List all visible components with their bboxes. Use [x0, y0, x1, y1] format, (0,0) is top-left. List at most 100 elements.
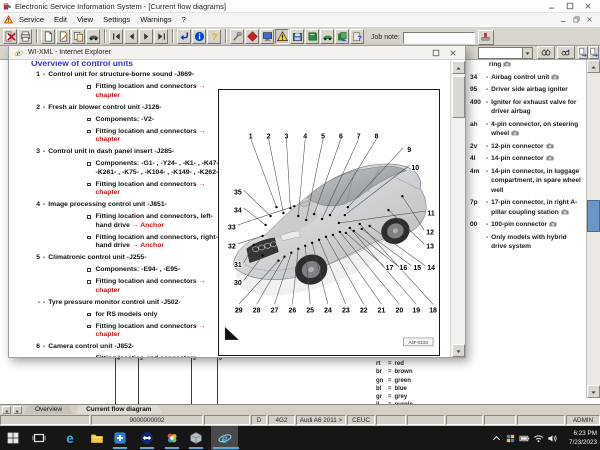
- callout-number[interactable]: 8: [375, 133, 379, 140]
- edit-document-button[interactable]: [56, 29, 70, 44]
- callout-number[interactable]: 6: [339, 133, 343, 140]
- taskbar-file-explorer-button[interactable]: [89, 430, 105, 446]
- callout-number[interactable]: 11: [427, 211, 434, 218]
- scroll-up-button[interactable]: [587, 60, 600, 73]
- tab-scroll-left-button[interactable]: [2, 406, 11, 414]
- search-dropdown[interactable]: [478, 47, 533, 59]
- callout-number[interactable]: 24: [324, 308, 332, 315]
- popup-scrollbar[interactable]: [450, 61, 465, 357]
- camera-icon[interactable]: [509, 130, 519, 137]
- warning-button[interactable]: [275, 29, 289, 44]
- callout-number[interactable]: 29: [235, 308, 243, 315]
- callout-number[interactable]: 34: [234, 208, 242, 215]
- callout-number[interactable]: 26: [288, 308, 296, 315]
- print-button[interactable]: [18, 29, 32, 44]
- red-manual-button[interactable]: [245, 29, 259, 44]
- wifi-icon[interactable]: [533, 433, 544, 444]
- taskbar-clock[interactable]: 6:23 PM 7/23/2023: [555, 429, 597, 447]
- chapter-link[interactable]: → chapter: [96, 355, 206, 357]
- battery-icon[interactable]: [519, 433, 530, 444]
- camera-icon[interactable]: [544, 143, 554, 150]
- callout-number[interactable]: 2: [267, 133, 271, 140]
- callout-number[interactable]: 13: [426, 243, 434, 250]
- popup-maximize-button[interactable]: [432, 49, 440, 57]
- menu-item-service[interactable]: Service: [19, 15, 44, 24]
- menu-item-view[interactable]: View: [77, 15, 93, 24]
- chapter-link[interactable]: → chapter: [96, 83, 206, 99]
- callout-number[interactable]: 10: [411, 165, 419, 172]
- job-note-button[interactable]: [478, 30, 494, 45]
- tab-overview[interactable]: Overview: [24, 405, 73, 415]
- menu-item-edit[interactable]: Edit: [54, 15, 67, 24]
- maximize-button[interactable]: [566, 2, 574, 10]
- callout-number[interactable]: 33: [228, 224, 236, 231]
- callout-number[interactable]: 7: [357, 133, 361, 140]
- job-note-input[interactable]: [403, 32, 475, 44]
- content-scrollbar[interactable]: [586, 60, 600, 398]
- callout-number[interactable]: 31: [234, 262, 242, 269]
- popup-scroll-up-button[interactable]: [452, 61, 465, 74]
- callout-number[interactable]: 9: [407, 147, 411, 154]
- taskbar-start-button[interactable]: [5, 430, 21, 446]
- callout-number[interactable]: 27: [271, 308, 279, 315]
- callout-number[interactable]: 1: [249, 133, 253, 140]
- taskbar-gallery-button[interactable]: [164, 430, 180, 446]
- callout-number[interactable]: 28: [253, 308, 261, 315]
- first-page-button[interactable]: [109, 29, 123, 44]
- mdi-close-button[interactable]: [586, 16, 593, 23]
- monitor-button[interactable]: [260, 29, 274, 44]
- callout-number[interactable]: 15: [413, 265, 421, 272]
- menu-item-help[interactable]: ?: [182, 15, 186, 24]
- close-button[interactable]: [584, 2, 592, 10]
- camera-icon[interactable]: [559, 209, 569, 216]
- callout-number[interactable]: 30: [234, 280, 242, 287]
- taskbar-teamviewer-button[interactable]: [139, 430, 155, 446]
- copy-document-button[interactable]: [71, 29, 85, 44]
- scrollbar-thumb[interactable]: [587, 200, 600, 232]
- camera-icon[interactable]: [501, 61, 511, 68]
- taskbar-app-t-button[interactable]: [112, 430, 128, 446]
- chapter-link[interactable]: → chapter: [96, 323, 206, 339]
- callout-number[interactable]: 4: [303, 133, 307, 140]
- menu-item-settings[interactable]: Settings: [103, 15, 130, 24]
- find-button[interactable]: [537, 46, 555, 59]
- callout-number[interactable]: 5: [321, 133, 325, 140]
- tray-chevron-icon[interactable]: [491, 433, 502, 444]
- chapter-link[interactable]: → chapter: [96, 128, 206, 144]
- callout-number[interactable]: 17: [386, 265, 394, 272]
- vehicle-button[interactable]: [86, 29, 100, 44]
- taskbar-edge-button[interactable]: e: [62, 430, 78, 446]
- return-button[interactable]: [177, 29, 191, 44]
- green-manual-button[interactable]: [305, 29, 319, 44]
- camera-icon[interactable]: [549, 74, 559, 81]
- callout-number[interactable]: 23: [342, 308, 350, 315]
- popup-scroll-down-button[interactable]: [452, 344, 465, 357]
- callout-number[interactable]: 16: [399, 265, 407, 272]
- dropdown-arrow-button[interactable]: [522, 48, 532, 58]
- callout-number[interactable]: 25: [306, 308, 314, 315]
- tab-scroll-right-button[interactable]: [13, 406, 22, 414]
- help-button[interactable]: ?: [207, 29, 221, 44]
- new-document-button[interactable]: [41, 29, 55, 44]
- camera-icon[interactable]: [544, 155, 554, 162]
- green-vehicle-button[interactable]: [320, 29, 334, 44]
- chapter-link[interactable]: → chapter: [96, 181, 206, 197]
- find-next-button[interactable]: [557, 46, 575, 59]
- callout-number[interactable]: 14: [427, 265, 435, 272]
- chapter-link[interactable]: → chapter: [96, 278, 206, 294]
- scroll-down-button[interactable]: [587, 385, 600, 398]
- popup-title-bar[interactable]: e WI-XML - Internet Explorer: [9, 46, 465, 60]
- expand-triangle-icon[interactable]: [225, 327, 239, 340]
- popup-close-button[interactable]: [449, 49, 457, 57]
- callout-number[interactable]: 20: [396, 308, 404, 315]
- menu-item-warnings[interactable]: Warnings: [140, 15, 171, 24]
- manual-help-button[interactable]: ?: [350, 29, 364, 44]
- chapter-link[interactable]: → Anchor: [132, 222, 164, 229]
- previous-page-button[interactable]: [124, 29, 138, 44]
- manuals-button[interactable]: [335, 29, 349, 44]
- tab-current-flow-diagram[interactable]: Current flow diagram: [75, 405, 162, 415]
- disk-button[interactable]: [290, 29, 304, 44]
- callout-number[interactable]: 19: [412, 308, 420, 315]
- last-page-button[interactable]: [154, 29, 168, 44]
- callout-number[interactable]: 3: [284, 133, 288, 140]
